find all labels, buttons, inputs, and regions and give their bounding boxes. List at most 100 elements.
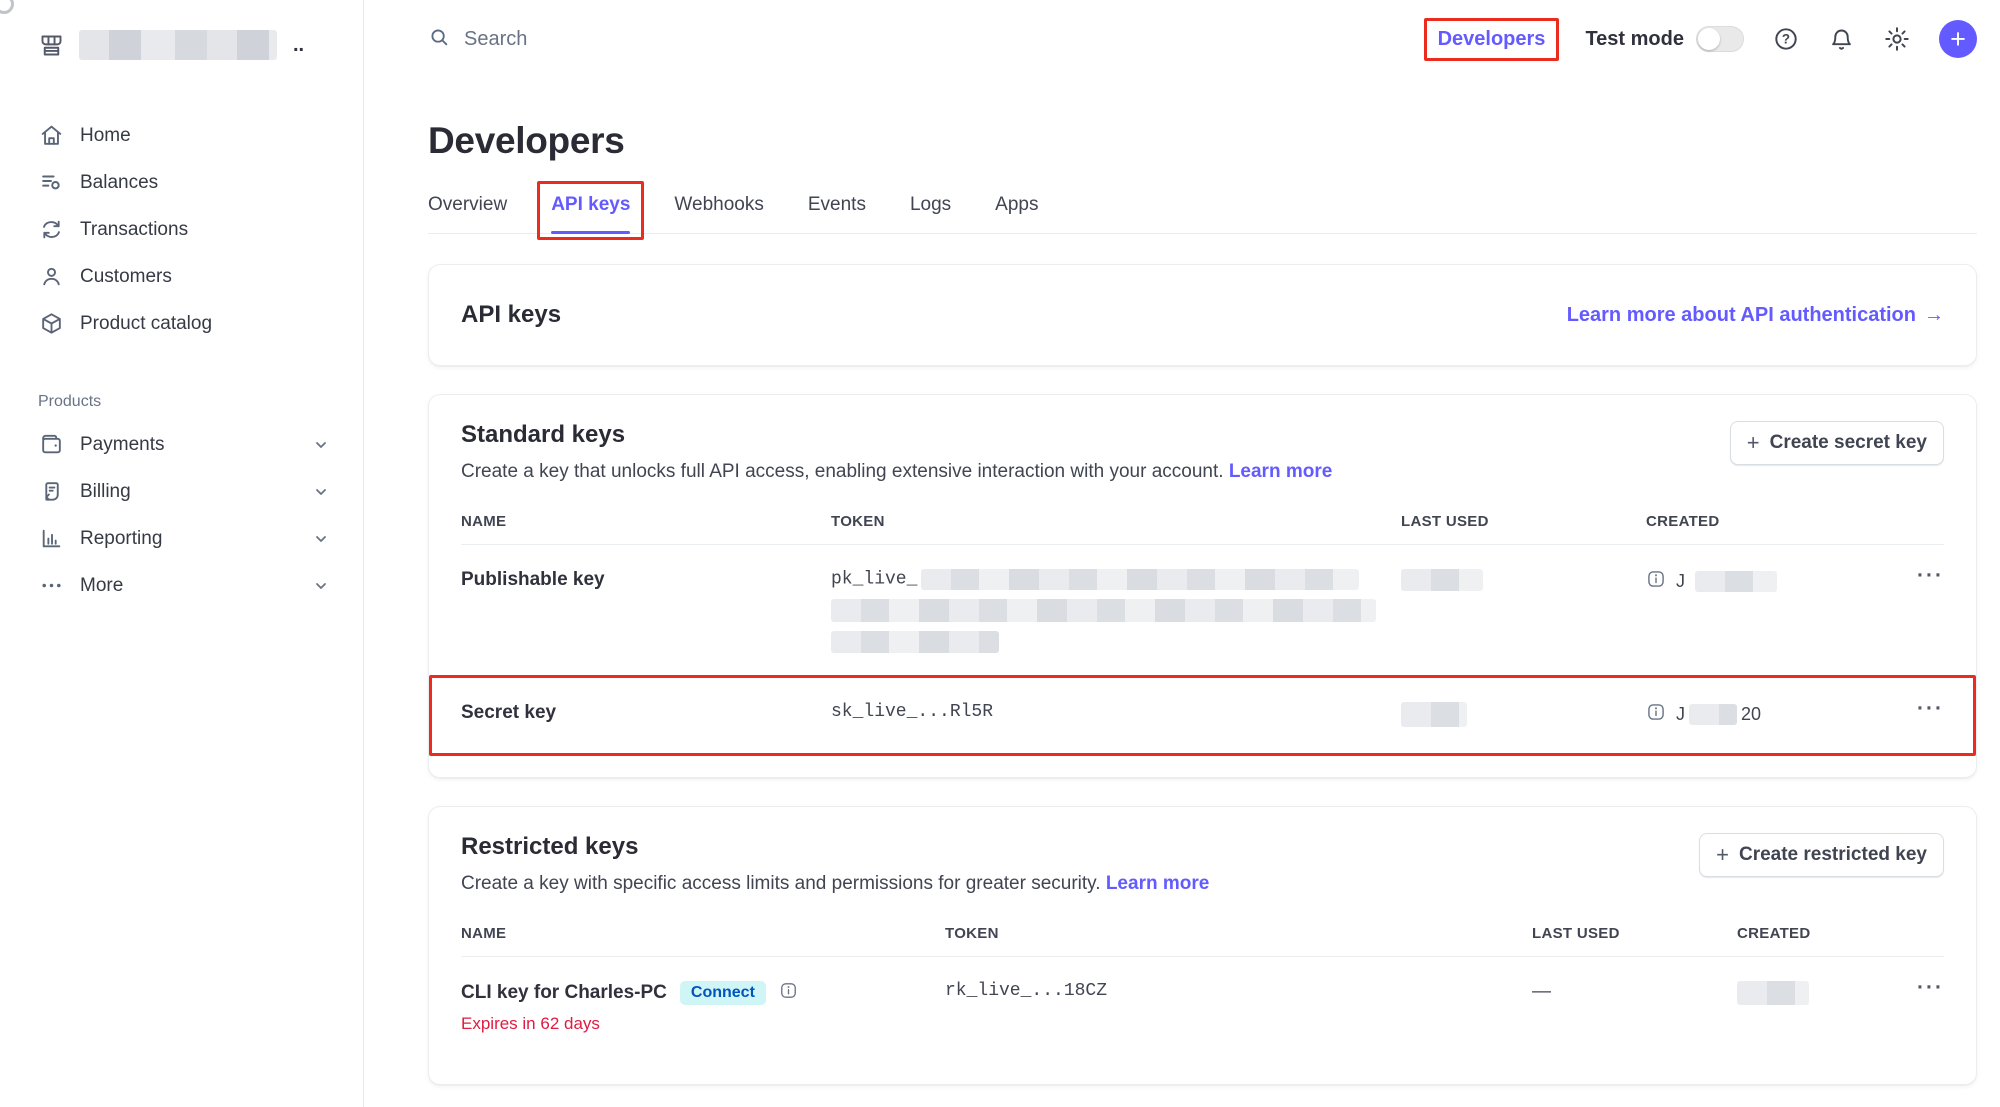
key-name: Publishable key bbox=[461, 569, 831, 591]
restricted-learn-more-link[interactable]: Learn more bbox=[1106, 873, 1209, 894]
developers-link-wrap: Developers bbox=[1426, 20, 1558, 59]
col-header-last-used: LAST USED bbox=[1532, 925, 1737, 942]
standard-learn-more-link[interactable]: Learn more bbox=[1229, 461, 1332, 482]
restricted-keys-description-text: Create a key with specific access limits… bbox=[461, 873, 1101, 894]
account-name-redacted bbox=[79, 30, 277, 60]
col-header-last-used: LAST USED bbox=[1401, 513, 1646, 530]
standard-keys-card: Standard keys Create a key that unlocks … bbox=[428, 394, 1977, 778]
standard-keys-title: Standard keys bbox=[461, 421, 1332, 449]
row-actions: ··· bbox=[1917, 981, 1944, 999]
created-prefix: J bbox=[1676, 571, 1685, 592]
key-name: CLI key for Charles-PC bbox=[461, 982, 667, 1004]
developers-link[interactable]: Developers bbox=[1438, 28, 1546, 50]
balances-icon bbox=[38, 170, 64, 195]
api-keys-card-title: API keys bbox=[461, 301, 561, 329]
create-restricted-key-button[interactable]: + Create restricted key bbox=[1699, 833, 1944, 877]
last-used-redaction-bar bbox=[1401, 702, 1467, 727]
page-title: Developers bbox=[428, 120, 1977, 162]
sidebar-nav: Home Balances Transactions bbox=[38, 112, 363, 609]
sidebar-item-reporting[interactable]: Reporting bbox=[38, 515, 363, 562]
col-header-created: CREATED bbox=[1646, 513, 1846, 530]
restricted-keys-title: Restricted keys bbox=[461, 833, 1209, 861]
account-switcher[interactable]: .. bbox=[38, 30, 363, 60]
topbar-right: Developers Test mode ? bbox=[1426, 20, 1977, 59]
info-icon[interactable] bbox=[1646, 569, 1666, 594]
payments-icon bbox=[38, 432, 64, 457]
created-redaction-bar bbox=[1695, 571, 1777, 592]
help-icon[interactable]: ? bbox=[1772, 25, 1800, 53]
learn-api-auth-label: Learn more about API authentication bbox=[1567, 304, 1916, 327]
info-icon[interactable] bbox=[779, 981, 798, 1005]
key-token[interactable]: sk_live_...Rl5R bbox=[831, 702, 1401, 722]
token-prefix: pk_live_ bbox=[831, 570, 917, 590]
gear-icon[interactable] bbox=[1883, 25, 1911, 53]
main-content: Search Developers Test mode ? bbox=[364, 0, 2000, 1107]
sidebar-item-home[interactable]: Home bbox=[38, 112, 363, 159]
key-token[interactable]: rk_live_...18CZ bbox=[945, 981, 1532, 1001]
tab-events[interactable]: Events bbox=[808, 194, 866, 233]
overflow-menu-icon[interactable]: ··· bbox=[1917, 564, 1944, 587]
test-mode-toggle[interactable] bbox=[1696, 26, 1744, 52]
transactions-icon bbox=[38, 217, 64, 242]
sidebar-item-transactions[interactable]: Transactions bbox=[38, 206, 363, 253]
home-icon bbox=[38, 123, 64, 148]
search-bar[interactable]: Search bbox=[428, 26, 527, 53]
last-used-value: — bbox=[1532, 981, 1737, 1003]
tab-webhooks[interactable]: Webhooks bbox=[674, 194, 763, 233]
bell-icon[interactable] bbox=[1828, 26, 1855, 53]
sidebar-item-label: Customers bbox=[80, 266, 172, 288]
last-used-redacted bbox=[1401, 702, 1646, 727]
sidebar-section-products: Products bbox=[38, 393, 363, 411]
key-expiry-warning: Expires in 62 days bbox=[461, 1014, 945, 1034]
sidebar-item-label: Billing bbox=[80, 481, 131, 503]
learn-api-auth-link[interactable]: Learn more about API authentication → bbox=[1567, 304, 1944, 327]
sidebar: .. Home Balances bbox=[0, 0, 364, 1107]
sidebar-item-label: Payments bbox=[80, 434, 164, 456]
created-redaction-bar bbox=[1737, 981, 1809, 1005]
tab-api-keys-label: API keys bbox=[551, 194, 630, 215]
tab-logs[interactable]: Logs bbox=[910, 194, 951, 233]
sidebar-item-balances[interactable]: Balances bbox=[38, 159, 363, 206]
reporting-icon bbox=[38, 526, 64, 551]
col-header-created: CREATED bbox=[1737, 925, 1917, 942]
tab-apps[interactable]: Apps bbox=[995, 194, 1038, 233]
overflow-menu-icon[interactable]: ··· bbox=[1917, 697, 1944, 720]
created-prefix: J bbox=[1676, 704, 1685, 725]
created-cell: J bbox=[1646, 569, 1846, 594]
last-used-redacted bbox=[1401, 569, 1646, 591]
sidebar-item-billing[interactable]: Billing bbox=[38, 468, 363, 515]
test-mode-control: Test mode bbox=[1585, 26, 1744, 52]
row-actions: ··· bbox=[1917, 569, 1944, 587]
tab-overview[interactable]: Overview bbox=[428, 194, 507, 233]
customers-icon bbox=[38, 264, 64, 289]
stripe-dashboard: .. Home Balances bbox=[0, 0, 2000, 1107]
api-keys-card: API keys Learn more about API authentica… bbox=[428, 264, 1977, 366]
standard-keys-table: NAME TOKEN LAST USED CREATED Publishable… bbox=[461, 513, 1944, 751]
sidebar-item-customers[interactable]: Customers bbox=[38, 253, 363, 300]
token-redaction-bar bbox=[831, 599, 1376, 622]
table-row-cli-key: CLI key for Charles-PC Connect Expires i… bbox=[461, 957, 1944, 1058]
tab-api-keys[interactable]: API keys bbox=[551, 194, 630, 233]
table-header-row: NAME TOKEN LAST USED CREATED bbox=[461, 513, 1944, 545]
info-icon[interactable] bbox=[1646, 702, 1666, 727]
token-redaction-bar bbox=[921, 569, 1359, 590]
add-avatar-button[interactable]: + bbox=[1939, 20, 1977, 58]
svg-text:?: ? bbox=[1782, 32, 1790, 47]
sidebar-item-more[interactable]: More bbox=[38, 562, 363, 609]
create-secret-key-button[interactable]: + Create secret key bbox=[1730, 421, 1944, 465]
billing-icon bbox=[38, 479, 64, 504]
storefront-icon bbox=[38, 32, 65, 59]
key-token-redacted[interactable]: pk_live_ bbox=[831, 569, 1401, 653]
key-name-cell: CLI key for Charles-PC Connect Expires i… bbox=[461, 981, 945, 1034]
sidebar-item-product-catalog[interactable]: Product catalog bbox=[38, 300, 363, 347]
key-name: Secret key bbox=[461, 702, 831, 724]
last-used-redaction-bar bbox=[1401, 569, 1483, 591]
plus-icon: + bbox=[1950, 24, 1966, 55]
sidebar-item-payments[interactable]: Payments bbox=[38, 421, 363, 468]
chevron-down-icon bbox=[313, 531, 329, 547]
sidebar-item-label: Product catalog bbox=[80, 313, 212, 335]
account-name-suffix: .. bbox=[293, 34, 304, 57]
standard-keys-description-text: Create a key that unlocks full API acces… bbox=[461, 461, 1224, 482]
product-catalog-icon bbox=[38, 311, 64, 336]
overflow-menu-icon[interactable]: ··· bbox=[1917, 976, 1944, 999]
